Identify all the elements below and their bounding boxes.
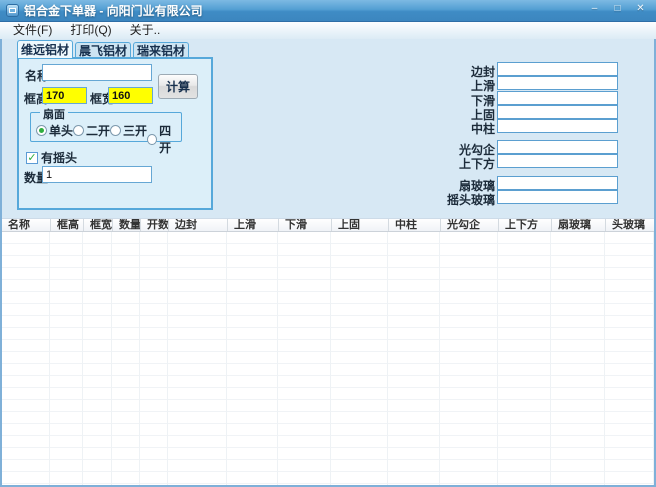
rocker-checkbox[interactable]: ✓ 有摇头: [26, 149, 77, 166]
tab-ruilai[interactable]: 瑞来铝材: [133, 42, 189, 58]
table-header-row: 名称 框高 框宽 数量 开数 边封 上滑 下滑 上固 中柱 光勾企 上下方 扇玻…: [2, 218, 654, 232]
table-body: [2, 232, 654, 485]
order-table: 名称 框高 框宽 数量 开数 边封 上滑 下滑 上固 中柱 光勾企 上下方 扇玻…: [2, 218, 654, 485]
tab-chenfei[interactable]: 晨飞铝材: [75, 42, 131, 58]
frame-height-input[interactable]: [42, 87, 87, 104]
calc-button[interactable]: 计算: [158, 74, 198, 99]
table-header-cell[interactable]: 框宽: [83, 219, 112, 231]
zhongzhu-input[interactable]: [497, 119, 618, 133]
app-window: 铝合金下单器 - 向阳门业有限公司 – □ ✕ 文件(F) 打印(Q) 关于..…: [0, 0, 656, 487]
menu-item-file[interactable]: 文件(F): [4, 22, 61, 39]
minimize-button[interactable]: –: [585, 2, 604, 16]
table-header-cell[interactable]: 上固: [331, 219, 388, 231]
shanboli-input[interactable]: [497, 176, 618, 190]
window-controls: – □ ✕: [585, 2, 650, 16]
leaf-count-group-title: 扇面: [40, 106, 68, 122]
table-header-cell[interactable]: 头玻璃: [605, 219, 654, 231]
radio-icon: [73, 125, 84, 136]
guanggouqi-input[interactable]: [497, 140, 618, 154]
radio-icon: [110, 125, 121, 136]
title-bar: 铝合金下单器 - 向阳门业有限公司 – □ ✕: [0, 0, 656, 22]
frame-width-input[interactable]: [108, 87, 153, 104]
menu-item-print[interactable]: 打印(Q): [61, 22, 120, 39]
quantity-input[interactable]: [42, 166, 152, 183]
bianfeng-input[interactable]: [497, 62, 618, 76]
content-area: 维远铝材 晨飞铝材 瑞来铝材 名称 计算 框高 框宽 扇面 单头 二开: [0, 39, 656, 487]
radio-selected-icon: [36, 125, 47, 136]
radio-four-open[interactable]: 四开: [147, 122, 181, 156]
shanghua-input[interactable]: [497, 76, 618, 90]
tab-weiyuan[interactable]: 维远铝材: [17, 40, 73, 58]
table-header-cell[interactable]: 边封: [168, 219, 227, 231]
shanggu-input[interactable]: [497, 105, 618, 119]
table-header-cell[interactable]: 名称: [2, 219, 50, 231]
window-title: 铝合金下单器 - 向阳门业有限公司: [24, 2, 203, 19]
menu-bar: 文件(F) 打印(Q) 关于..: [0, 22, 656, 39]
order-form-panel: 名称 计算 框高 框宽 扇面 单头 二开 三开: [17, 57, 213, 210]
shangxiafang-input[interactable]: [497, 154, 618, 168]
table-header-cell[interactable]: 扇玻璃: [551, 219, 605, 231]
zhongzhu-label: 中柱: [433, 120, 495, 137]
app-icon: [6, 4, 19, 17]
table-header-cell[interactable]: 开数: [140, 219, 168, 231]
yaotouboli-input[interactable]: [497, 190, 618, 204]
table-header-cell[interactable]: 下滑: [278, 219, 331, 231]
table-header-cell[interactable]: 上下方: [498, 219, 551, 231]
table-header-cell[interactable]: 数量: [112, 219, 140, 231]
table-header-cell[interactable]: 框高: [50, 219, 83, 231]
name-input[interactable]: [42, 64, 152, 81]
yaotouboli-label: 摇头玻璃: [433, 191, 495, 208]
shangxiafang-label: 上下方: [433, 155, 495, 172]
radio-three-open[interactable]: 三开: [110, 122, 147, 139]
radio-icon: [147, 134, 157, 145]
table-header-cell[interactable]: 光勾企: [440, 219, 498, 231]
leaf-count-groupbox: 扇面 单头 二开 三开 四开: [30, 112, 182, 142]
table-header-cell[interactable]: 中柱: [388, 219, 440, 231]
menu-item-about[interactable]: 关于..: [121, 22, 170, 39]
maximize-button[interactable]: □: [608, 2, 627, 16]
table-header-cell[interactable]: 上滑: [227, 219, 278, 231]
radio-single-head[interactable]: 单头: [36, 122, 73, 139]
radio-two-open[interactable]: 二开: [73, 122, 110, 139]
close-button[interactable]: ✕: [631, 2, 650, 16]
xiahua-input[interactable]: [497, 91, 618, 105]
checkbox-check-icon: ✓: [26, 152, 38, 164]
